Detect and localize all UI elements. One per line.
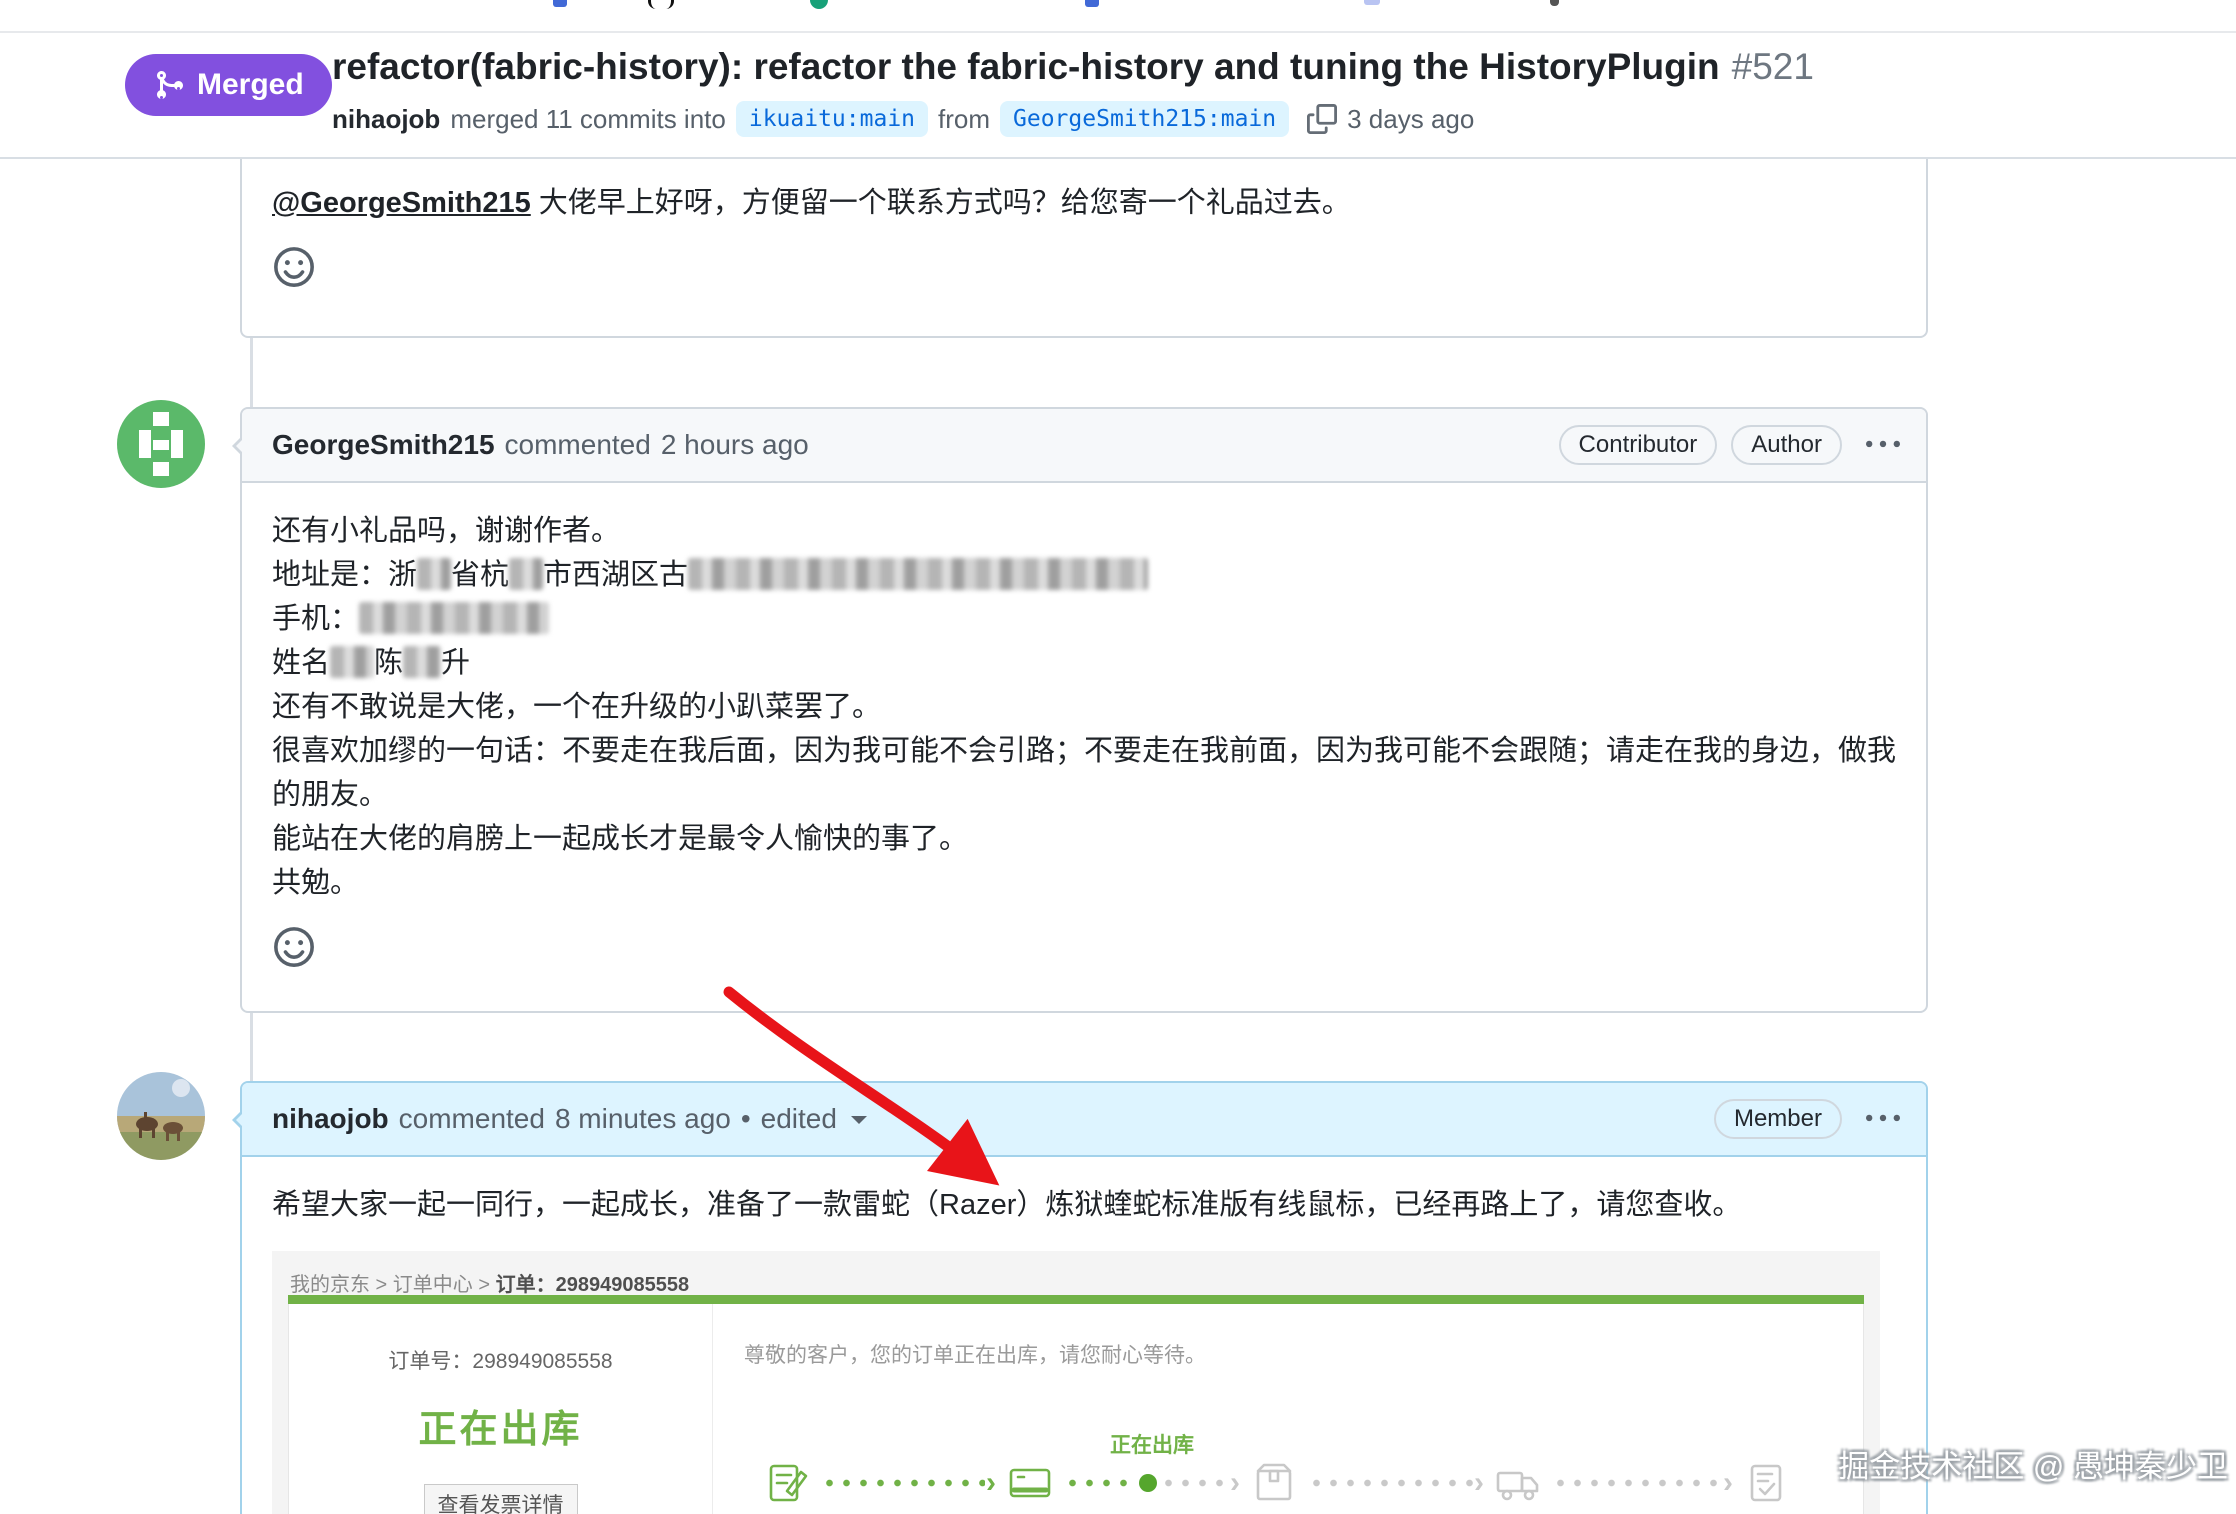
pr-merge-line: nihaojob merged 11 commits into ikuaitu:…: [332, 101, 1474, 137]
jd-order-summary: 订单号：298949085558 正在出库 查看发票详情: [289, 1304, 713, 1514]
browser-chrome-fragment: [1550, 0, 1559, 6]
pr-header: Merged refactor(fabric-history): refacto…: [0, 33, 2236, 159]
redacted-blur: [688, 558, 1148, 590]
mention-link[interactable]: @GeorgeSmith215: [272, 187, 531, 219]
redacted-blur: [417, 558, 451, 590]
comment-header: GeorgeSmith215 commented 2 hours ago Con…: [242, 409, 1926, 483]
jd-invoice-button[interactable]: 查看发票详情: [424, 1484, 578, 1514]
comment-body-line: 还有不敢说是大佬，一个在升级的小趴菜罢了。: [272, 685, 1896, 729]
add-reaction-button[interactable]: [272, 245, 316, 289]
jd-green-bar: [288, 1295, 1864, 1304]
kebab-menu-icon[interactable]: [1866, 1102, 1900, 1136]
avatar-georgesmith215[interactable]: [117, 400, 205, 488]
comment-body-line: 地址是：浙省杭市西湖区古: [272, 553, 1896, 597]
pr-title: refactor(fabric-history): refactor the f…: [332, 46, 1814, 88]
kebab-menu-icon[interactable]: [1866, 428, 1900, 462]
browser-chrome-strip: [0, 0, 2236, 33]
progress-connector-current: ›: [1064, 1476, 1240, 1490]
comment-partial: @GeorgeSmith215 大佬早上好呀，方便留一个联系方式吗？给您寄一个礼…: [240, 157, 1928, 338]
comment-body-line: 手机：: [272, 597, 1896, 641]
browser-chrome-fragment: [648, 0, 674, 9]
edited-label[interactable]: edited: [761, 1103, 837, 1135]
comment-timestamp[interactable]: 2 hours ago: [661, 429, 809, 461]
form-icon: [763, 1459, 811, 1507]
comment-nihaojob: nihaojob commented 8 minutes ago • edite…: [240, 1081, 1928, 1514]
comment-body-line: @GeorgeSmith215 大佬早上好呀，方便留一个联系方式吗？给您寄一个礼…: [272, 181, 1896, 225]
comment-author-link[interactable]: GeorgeSmith215: [272, 429, 495, 461]
comment-body-line: 能站在大佬的肩膀上一起成长才是最令人愉快的事了。: [272, 817, 1896, 861]
dot-separator: •: [741, 1103, 751, 1135]
browser-chrome-fragment: [1364, 0, 1380, 5]
role-badge[interactable]: Contributor: [1559, 425, 1718, 465]
redacted-blur: [359, 602, 549, 634]
redacted-blur: [509, 558, 543, 590]
comment-body-line: 希望大家一起一同行，一起成长，准备了一款雷蛇（Razer）炼狱蝰蛇标准版有线鼠标…: [272, 1183, 1896, 1227]
redacted-blur: [403, 646, 441, 678]
redacted-blur: [330, 646, 374, 678]
copy-icon[interactable]: [1307, 104, 1337, 134]
pr-merge-action: merged 11 commits into: [450, 104, 726, 135]
jd-notice-text: 尊敬的客户，您的订单正在出库，请您耐心等待。: [744, 1334, 1206, 1378]
comment-author-link[interactable]: nihaojob: [272, 1103, 389, 1135]
comment-action: commented: [505, 429, 651, 461]
pr-number: #521: [1732, 46, 1814, 87]
add-reaction-button[interactable]: [272, 925, 316, 969]
base-branch-label[interactable]: ikuaitu:main: [736, 101, 928, 137]
github-pr-page: Merged refactor(fabric-history): refacto…: [0, 0, 2236, 1514]
pr-state-badge: Merged: [125, 54, 332, 116]
pr-from-word: from: [938, 104, 990, 135]
truck-icon: [1494, 1459, 1542, 1507]
current-progress-dot: [1139, 1474, 1157, 1492]
comment-badges: Contributor Author: [1559, 425, 1842, 465]
role-badge[interactable]: Member: [1714, 1099, 1842, 1139]
jd-order-status: 正在出库: [289, 1408, 712, 1452]
chevron-down-icon[interactable]: [851, 1116, 867, 1132]
comment-action: commented: [399, 1103, 545, 1135]
jd-current-step-label: 正在出库: [1092, 1424, 1212, 1468]
comment-body-line: 姓名陈升: [272, 641, 1896, 685]
jd-order-number: 订单号：298949085558: [289, 1340, 712, 1384]
browser-chrome-fragment: [553, 0, 567, 7]
comment-badges: Member: [1714, 1099, 1842, 1139]
payment-icon: [1006, 1459, 1054, 1507]
comment-timestamp[interactable]: 8 minutes ago: [555, 1103, 731, 1135]
progress-connector: ›: [1552, 1476, 1733, 1490]
jd-breadcrumb-current: 订单：298949085558: [496, 1274, 689, 1296]
comment-body-line: 还有小礼品吗，谢谢作者。: [272, 509, 1896, 553]
pr-merged-by[interactable]: nihaojob: [332, 104, 440, 135]
browser-chrome-fragment: [810, 0, 828, 9]
progress-connector: ›: [821, 1476, 996, 1490]
watermark: 掘金技术社区 @ 愚坤秦少卫: [1838, 1441, 2228, 1486]
comment-georgesmith215: GeorgeSmith215 commented 2 hours ago Con…: [240, 407, 1928, 1013]
avatar-nihaojob[interactable]: [117, 1072, 205, 1160]
role-badge[interactable]: Author: [1731, 425, 1842, 465]
comment-body-line: 共勉。: [272, 861, 1896, 905]
progress-connector: ›: [1308, 1476, 1484, 1490]
receipt-check-icon: [1743, 1459, 1791, 1507]
git-merge-icon: [153, 69, 185, 101]
jd-order-screenshot: 我的京东 > 订单中心 > 订单：298949085558 订单号：298949…: [272, 1251, 1880, 1514]
comment-header: nihaojob commented 8 minutes ago • edite…: [242, 1083, 1926, 1157]
jd-order-card: 订单号：298949085558 正在出库 查看发票详情 尊敬的客户，您的订单正…: [288, 1304, 1864, 1514]
comment-body-line: 很喜欢加缪的一句话：不要走在我后面，因为我可能不会引路；不要走在我前面，因为我可…: [272, 729, 1896, 817]
pr-merge-time: 3 days ago: [1347, 104, 1474, 135]
package-icon: [1250, 1459, 1298, 1507]
browser-chrome-fragment: [1085, 0, 1099, 7]
comment-body: 还有小礼品吗，谢谢作者。地址是：浙省杭市西湖区古手机：姓名陈升还有不敢说是大佬，…: [272, 509, 1896, 905]
pr-state-label: Merged: [197, 68, 304, 102]
head-branch-label[interactable]: GeorgeSmith215:main: [1000, 101, 1289, 137]
